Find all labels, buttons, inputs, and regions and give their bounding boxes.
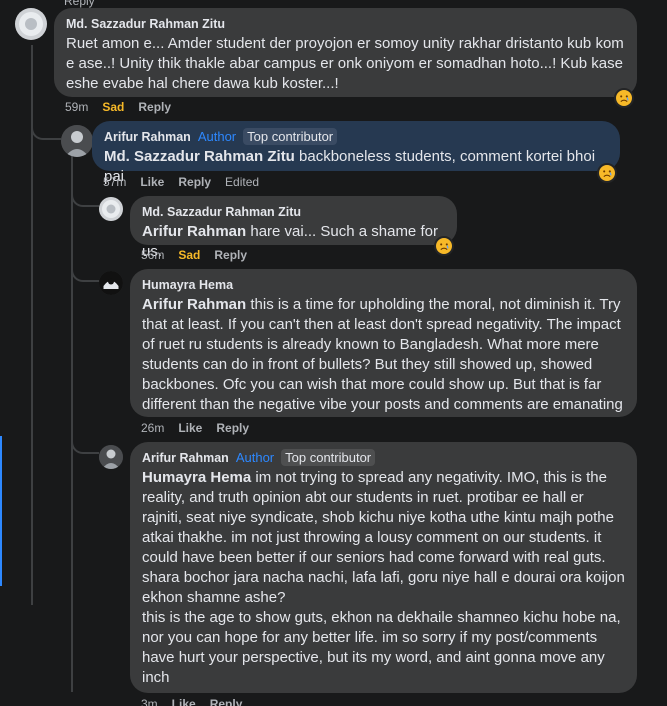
comment-text: Arifur Rahman this is a time for upholdi…: [142, 295, 625, 415]
comment-author[interactable]: Arifur Rahman: [142, 451, 229, 465]
mention-link[interactable]: Arifur Rahman: [142, 296, 246, 313]
avatar[interactable]: [61, 125, 93, 157]
comment-text: Ruet amon e... Amder student der proyojo…: [66, 35, 624, 92]
author-badge: Author: [197, 129, 237, 144]
comment-actions: 26m Like Reply: [141, 421, 249, 435]
comment-author[interactable]: Arifur Rahman: [104, 130, 191, 144]
comment-author[interactable]: Md. Sazzadur Rahman Zitu: [142, 205, 301, 219]
comment-text: Humayra Hema im not trying to spread any…: [142, 468, 625, 608]
like-button[interactable]: Like: [178, 421, 202, 435]
comment-author[interactable]: Md. Sazzadur Rahman Zitu: [66, 17, 225, 31]
thread-elbow: [71, 260, 99, 282]
thread-elbow: [71, 185, 99, 207]
thread-elbow: [71, 432, 99, 454]
like-button[interactable]: Like: [172, 697, 196, 706]
comment-actions: 57m Like Reply Edited: [103, 175, 259, 189]
avatar-icon: [15, 8, 47, 40]
mention-link[interactable]: Humayra Hema: [142, 469, 251, 486]
comment-author[interactable]: Humayra Hema: [142, 278, 233, 292]
comment-bubble: Humayra Hema Arifur Rahman this is a tim…: [130, 269, 637, 417]
thread-elbow: [31, 110, 61, 140]
author-badge: Author: [235, 450, 275, 465]
avatar-icon: [99, 197, 123, 221]
comment-body: this is a time for upholding the moral, …: [142, 296, 623, 413]
comment-time[interactable]: 26m: [141, 421, 164, 435]
like-button[interactable]: Like: [140, 175, 164, 189]
reply-button[interactable]: Reply: [138, 100, 171, 114]
thread-line-reply: [71, 152, 73, 692]
comment-time[interactable]: 59m: [65, 100, 88, 114]
avatar[interactable]: [99, 445, 123, 469]
top-contributor-badge: Top contributor: [281, 449, 376, 466]
sad-reaction-icon[interactable]: [434, 236, 454, 256]
avatar[interactable]: [15, 8, 47, 40]
comment-bubble-highlighted: Arifur Rahman Author Top contributor Md.…: [92, 121, 620, 185]
avatar-icon: [99, 271, 123, 295]
comment-actions: 3m Like Reply: [141, 697, 242, 706]
sad-reaction-icon[interactable]: [597, 163, 617, 183]
mention-link[interactable]: Md. Sazzadur Rahman Zitu: [104, 148, 295, 165]
avatar[interactable]: [99, 271, 123, 295]
avatar-icon: [99, 445, 123, 469]
top-contributor-badge: Top contributor: [243, 128, 338, 145]
edited-label: Edited: [225, 175, 260, 189]
comment-time[interactable]: 56m: [141, 248, 164, 262]
comment-time[interactable]: 3m: [141, 697, 158, 706]
reaction-button[interactable]: Sad: [102, 100, 124, 114]
reply-button[interactable]: Reply: [210, 697, 243, 706]
comment-bubble: Md. Sazzadur Rahman Zitu Arifur Rahman h…: [130, 196, 457, 260]
comment-time[interactable]: 57m: [103, 175, 126, 189]
sad-reaction-icon[interactable]: [614, 88, 634, 108]
reply-button[interactable]: Reply: [178, 175, 211, 189]
reply-button[interactable]: Reply: [214, 248, 247, 262]
avatar[interactable]: [99, 197, 123, 221]
comment-bubble: Arifur Rahman Author Top contributor Hum…: [130, 442, 637, 693]
action-reply-top[interactable]: Reply: [64, 0, 95, 8]
reply-button[interactable]: Reply: [216, 421, 249, 435]
comment-actions: 59m Sad Reply: [65, 100, 171, 114]
comment-actions: 56m Sad Reply: [141, 248, 247, 262]
comment-body: im not trying to spread any negativity. …: [142, 469, 625, 606]
avatar-icon: [61, 125, 93, 157]
comment-text-paragraph: this is the age to show guts, ekhon na d…: [142, 609, 621, 686]
reaction-button[interactable]: Sad: [178, 248, 200, 262]
focus-indicator: [0, 436, 2, 586]
mention-link[interactable]: Arifur Rahman: [142, 223, 246, 240]
comment-bubble: Md. Sazzadur Rahman Zitu Ruet amon e... …: [54, 8, 637, 97]
